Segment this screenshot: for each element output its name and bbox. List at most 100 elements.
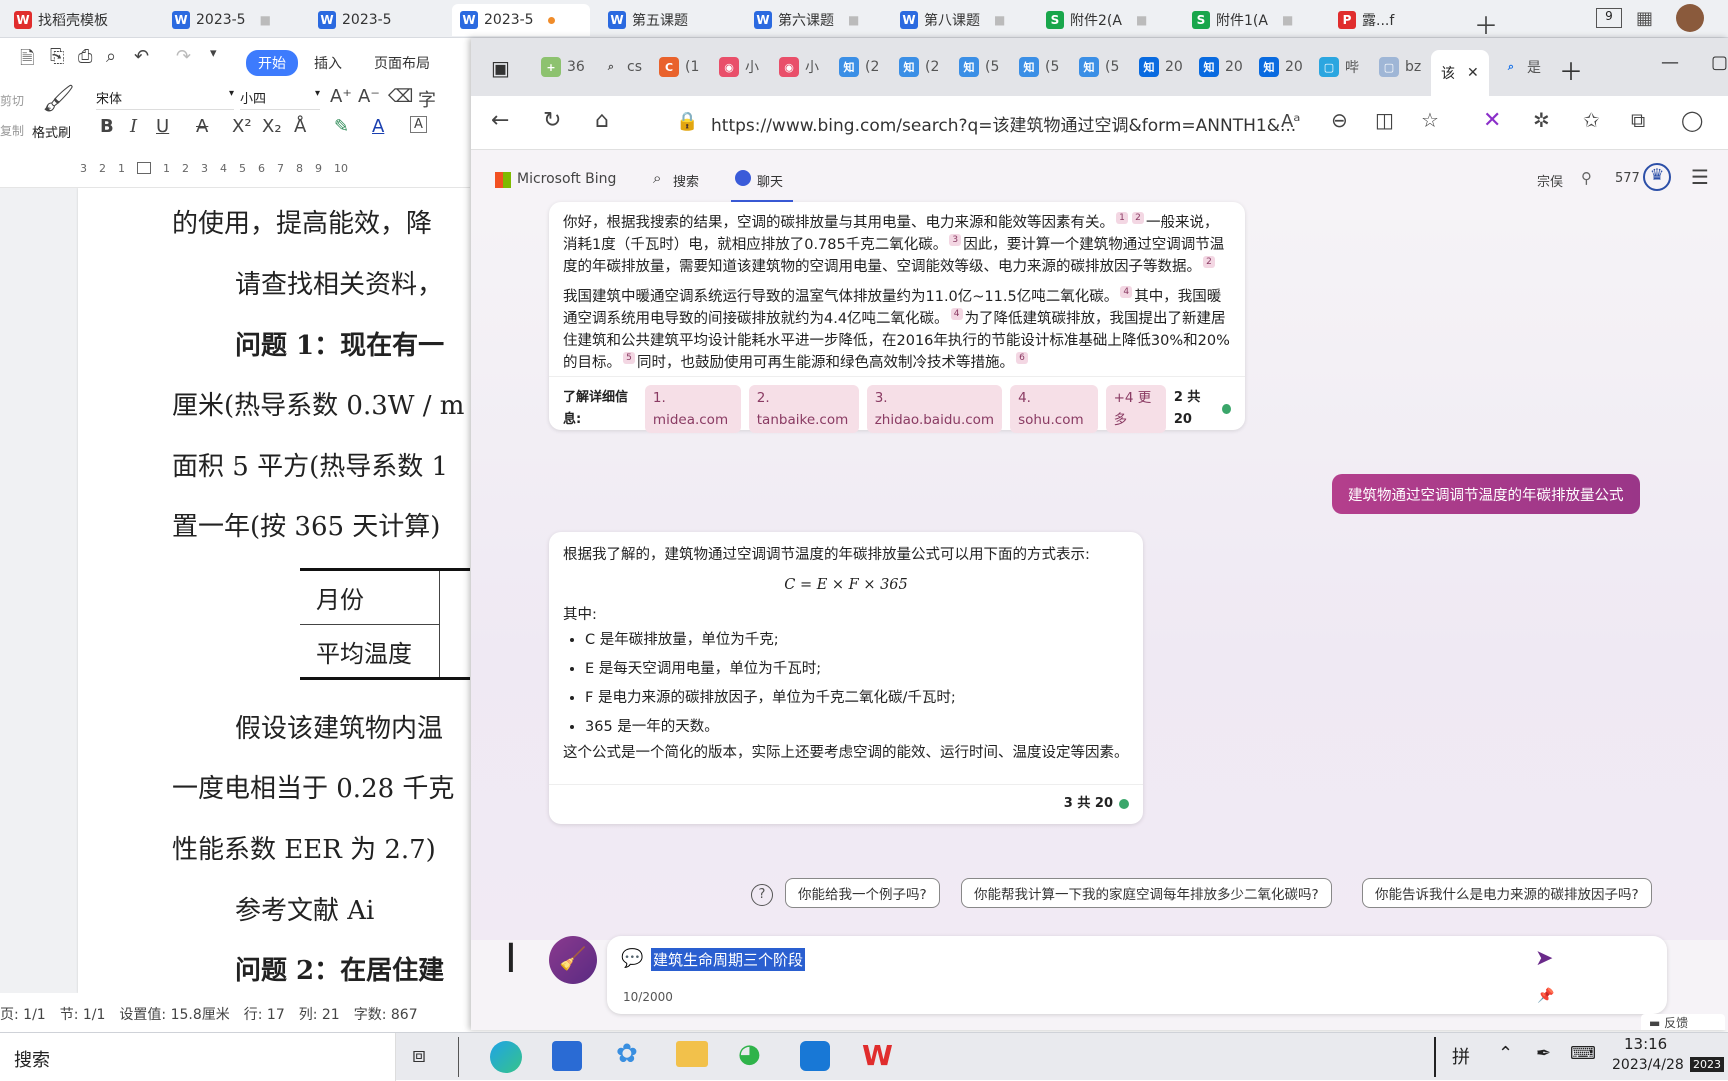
edge-tab[interactable]: C (1 bbox=[659, 50, 699, 84]
close-icon[interactable]: ■ bbox=[994, 13, 1005, 27]
apps-grid-icon[interactable]: ▦ bbox=[1636, 8, 1653, 29]
edge-tab-active[interactable]: 该 ✕ bbox=[1431, 50, 1489, 96]
ime-indicator[interactable]: 拼 bbox=[1452, 1043, 1470, 1069]
wps-tab-doc[interactable]: W 2023-5 bbox=[310, 4, 440, 36]
chat-input-box[interactable]: 💬 建筑生命周期三个阶段 ➤ 10/2000 📌 bbox=[607, 936, 1667, 1014]
wps-tab-doc-active[interactable]: W 2023-5 bbox=[452, 4, 590, 36]
tab-home[interactable]: 开始 bbox=[246, 50, 298, 76]
new-topic-button[interactable]: 🧹 bbox=[549, 936, 597, 984]
export-icon[interactable]: ⎘ bbox=[50, 46, 64, 67]
close-tab-icon[interactable]: ✕ bbox=[1467, 65, 1479, 81]
edge-tab[interactable]: 知 (2 bbox=[839, 50, 879, 84]
nav-chat[interactable]: 聊天 bbox=[757, 171, 783, 190]
help-icon[interactable]: ? bbox=[751, 884, 773, 906]
italic-icon[interactable]: I bbox=[130, 116, 137, 137]
edge-tab[interactable]: ⌕ cs bbox=[601, 50, 642, 84]
keyboard-icon[interactable]: ⌨ bbox=[1570, 1043, 1596, 1064]
menu-icon[interactable]: ☰ bbox=[1691, 165, 1709, 189]
wps-tab-doc[interactable]: W 第六课题 ■ bbox=[746, 4, 884, 36]
shrink-font-icon[interactable]: A⁻ bbox=[358, 86, 380, 107]
undo-icon[interactable]: ↶ bbox=[134, 46, 149, 67]
print-preview-icon[interactable]: ⌕ bbox=[106, 46, 116, 67]
tab-insert[interactable]: 插入 bbox=[314, 53, 342, 73]
clock-date[interactable]: 2023/4/28 bbox=[1612, 1057, 1684, 1073]
rewards-points[interactable]: 577 bbox=[1615, 171, 1640, 186]
nav-search[interactable]: 搜索 bbox=[673, 171, 699, 190]
refresh-icon[interactable]: ↻ bbox=[543, 108, 561, 133]
citation-4[interactable]: 4 bbox=[1120, 286, 1133, 298]
layout-icon[interactable]: 9 bbox=[1596, 8, 1622, 28]
back-icon[interactable]: ← bbox=[491, 108, 509, 133]
edge-tab[interactable]: ▢ bz bbox=[1379, 50, 1421, 84]
home-icon[interactable]: ⌂ bbox=[595, 108, 609, 133]
save-icon[interactable]: 🗎 bbox=[20, 46, 34, 76]
citation-2[interactable]: 2 bbox=[1203, 256, 1215, 268]
chevron-up-icon[interactable]: ⌃ bbox=[1498, 1043, 1513, 1064]
citation-3[interactable]: 3 bbox=[949, 234, 962, 246]
maximize-button[interactable]: ▢ bbox=[1711, 52, 1728, 73]
pen-icon[interactable]: ✒ bbox=[1536, 1043, 1551, 1064]
source-link[interactable]: 2. tanbaike.com bbox=[748, 385, 859, 433]
edge-tab[interactable]: 知 (5 bbox=[1019, 50, 1059, 84]
font-color-icon[interactable]: A bbox=[372, 116, 384, 137]
more-sources-link[interactable]: +4 更多 bbox=[1105, 385, 1166, 433]
network-app-icon[interactable]: ✿ bbox=[616, 1039, 638, 1069]
address-bar[interactable]: https://www.bing.com/search?q=该建筑物通过空调&f… bbox=[711, 106, 1411, 140]
extensions-puzzle-icon[interactable]: ✲ bbox=[1533, 108, 1550, 132]
profile-icon[interactable]: ◯ bbox=[1681, 108, 1703, 132]
close-icon[interactable]: ■ bbox=[260, 13, 271, 27]
user-name[interactable]: 宗俣 bbox=[1537, 171, 1563, 190]
grow-font-icon[interactable]: A⁺ bbox=[330, 86, 352, 107]
read-aloud-icon[interactable]: Aᵃ bbox=[1281, 111, 1300, 132]
tab-actions-icon[interactable]: ▣ bbox=[491, 56, 510, 80]
customize-dropdown-icon[interactable]: ▾ bbox=[210, 46, 217, 61]
char-border-icon[interactable]: A bbox=[410, 116, 427, 133]
wps-tab-doc[interactable]: W 2023-5 ■ bbox=[164, 4, 294, 36]
source-link[interactable]: 3. zhidao.baidu.com bbox=[866, 385, 1003, 433]
new-tab-button[interactable]: ＋ bbox=[1559, 52, 1583, 87]
collections-icon[interactable]: ⧉ bbox=[1631, 108, 1645, 132]
feedback-button[interactable]: ▬ 反馈 bbox=[1641, 1014, 1725, 1030]
edge-tab[interactable]: +36 bbox=[541, 50, 585, 84]
task-view-icon[interactable]: ⧈ bbox=[412, 1043, 426, 1068]
edge-tab[interactable]: ◉ 小 bbox=[719, 50, 759, 84]
suggestion-chip[interactable]: 你能告诉我什么是电力来源的碳排放因子吗? bbox=[1362, 878, 1652, 908]
font-name-select[interactable]: 宋体 ▾ bbox=[96, 88, 234, 110]
highlight-icon[interactable]: ✎ bbox=[334, 116, 349, 137]
close-icon[interactable]: ■ bbox=[848, 13, 859, 27]
citation-5[interactable]: 5 bbox=[623, 352, 635, 364]
new-tab-button[interactable]: ＋ bbox=[1474, 6, 1498, 41]
phonetic-icon[interactable]: 字 bbox=[418, 86, 436, 112]
redo-icon[interactable]: ↷ bbox=[176, 46, 191, 67]
edge-tab[interactable]: ◉ 小 bbox=[779, 50, 819, 84]
edge-tab[interactable]: 知 (5 bbox=[959, 50, 999, 84]
citation-6[interactable]: 6 bbox=[1016, 352, 1028, 364]
suggestion-chip[interactable]: 你能给我一个例子吗? bbox=[785, 878, 940, 908]
citation-1[interactable]: 1 bbox=[1116, 212, 1128, 224]
source-link[interactable]: 1. midea.com bbox=[644, 385, 741, 433]
file-explorer-icon[interactable] bbox=[676, 1041, 708, 1067]
format-painter-icon[interactable]: 🖌 bbox=[42, 84, 75, 114]
tab-page-layout[interactable]: 页面布局 bbox=[374, 53, 430, 73]
wps-tab-sheet[interactable]: S 附件1(A ■ bbox=[1184, 4, 1322, 36]
edge-tab[interactable]: 知 20 bbox=[1139, 50, 1183, 84]
indent-marker-icon[interactable] bbox=[137, 162, 151, 174]
clock-time[interactable]: 13:16 bbox=[1624, 1035, 1667, 1053]
wps-app-icon[interactable]: W bbox=[862, 1039, 893, 1072]
document-canvas[interactable]: 的使用，提高能效，降 请查找相关资料， 问题 1：现在有一 厘米(热导系数 0.… bbox=[0, 188, 470, 993]
wps-tab-doc[interactable]: W 第八课题 ■ bbox=[892, 4, 1030, 36]
subscript-icon[interactable]: X₂ bbox=[262, 116, 282, 137]
clear-format-icon[interactable]: ⌫ bbox=[388, 86, 413, 107]
minimize-button[interactable]: — bbox=[1661, 52, 1679, 73]
edge-tab[interactable]: 知 20 bbox=[1259, 50, 1303, 84]
wps-tab-sheet[interactable]: S 附件2(A ■ bbox=[1038, 4, 1176, 36]
format-painter-button[interactable]: 格式刷 bbox=[32, 122, 71, 141]
wps-tab-template[interactable]: W 找稻壳模板 bbox=[6, 4, 156, 36]
citation-4[interactable]: 4 bbox=[950, 308, 963, 320]
bing-logo[interactable]: Microsoft Bing bbox=[517, 171, 616, 187]
edge-tab[interactable]: ⌕ 是 bbox=[1501, 50, 1541, 84]
font-size-select[interactable]: 小四 ▾ bbox=[240, 88, 320, 110]
suggestion-chip[interactable]: 你能帮我计算一下我的家庭空调每年排放多少二氧化碳吗? bbox=[961, 878, 1332, 908]
split-screen-icon[interactable]: ◫ bbox=[1375, 108, 1394, 132]
user-icon[interactable]: ⚲ bbox=[1581, 169, 1592, 187]
